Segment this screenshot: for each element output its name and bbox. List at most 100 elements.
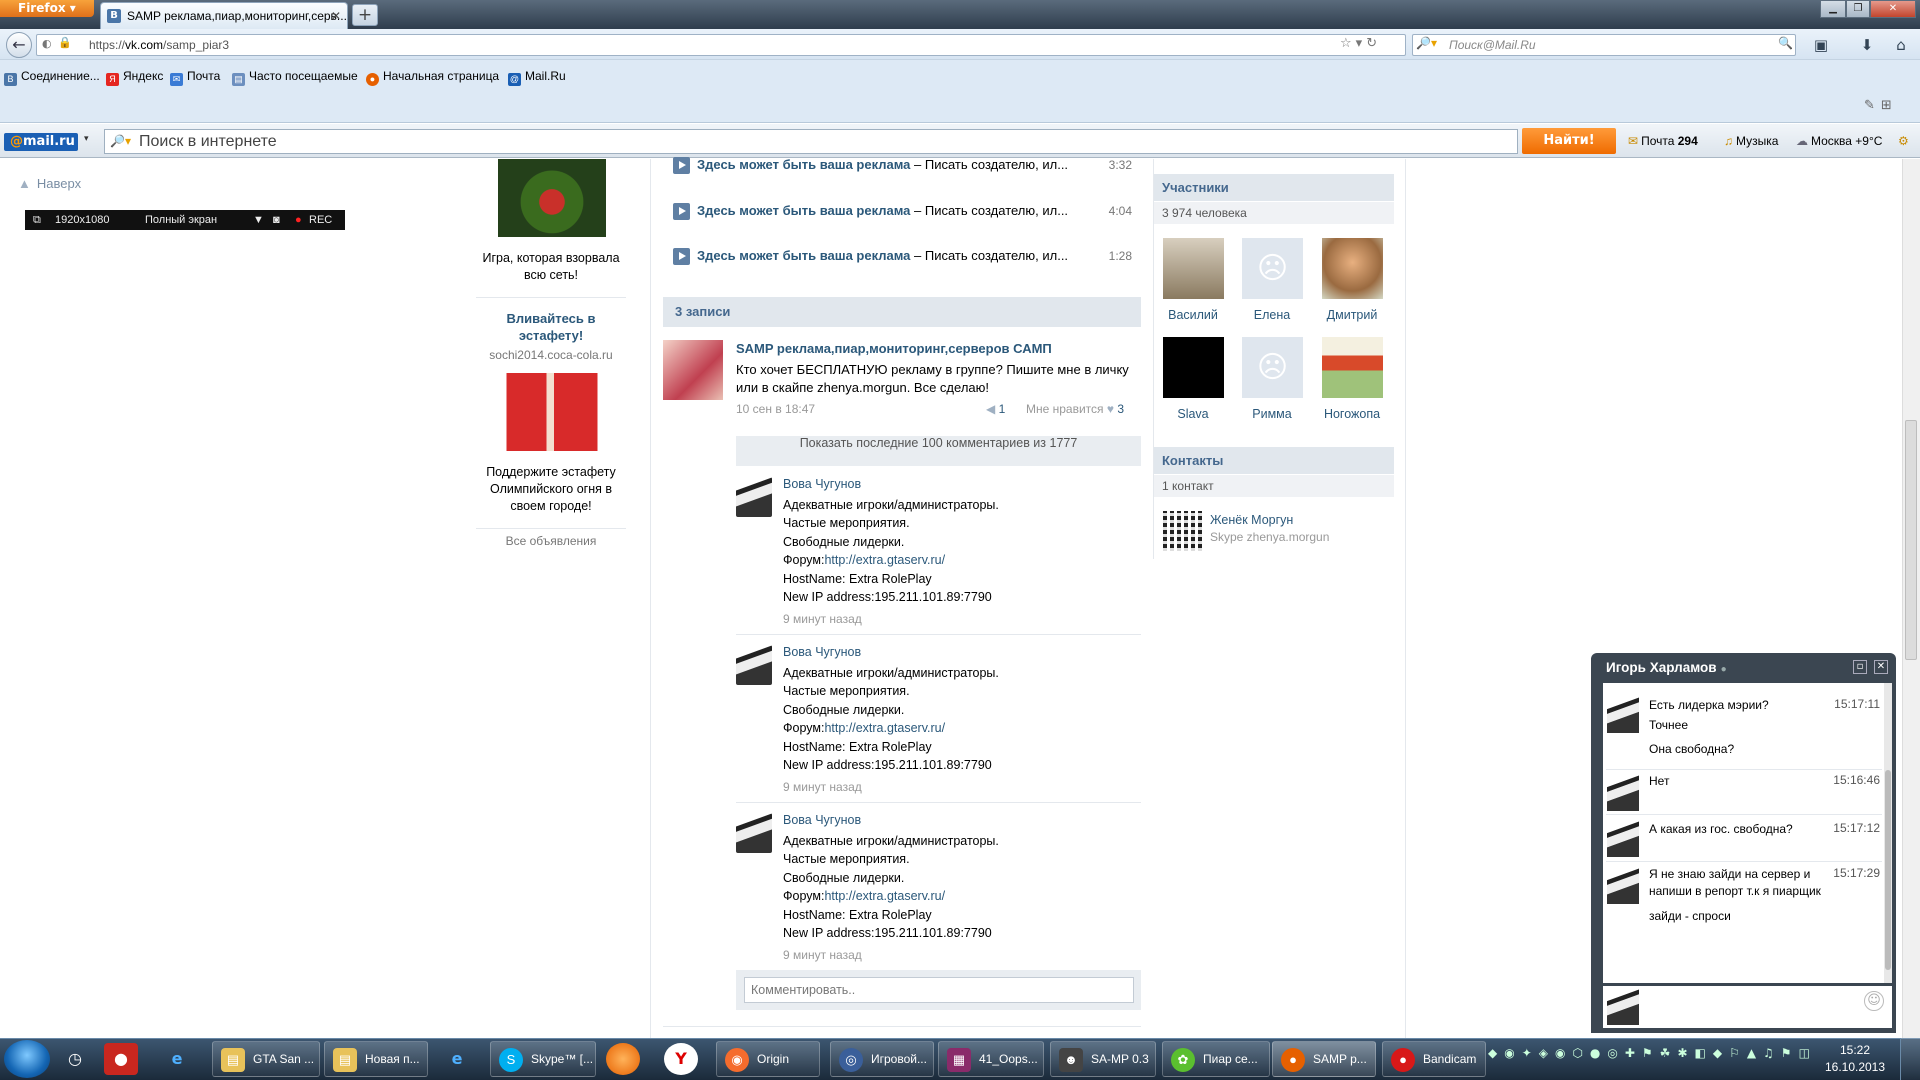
angry-birds-icon[interactable]: ● — [104, 1043, 138, 1075]
member-avatar[interactable] — [1242, 238, 1303, 299]
comment-avatar[interactable] — [736, 477, 772, 517]
chat-avatar[interactable] — [1607, 775, 1639, 811]
comment-input[interactable]: Комментировать.. — [744, 977, 1134, 1003]
chat-close-button[interactable]: ✕ — [1874, 660, 1888, 674]
comment-avatar[interactable] — [736, 645, 772, 685]
show-comments-button[interactable]: Показать последние 100 комментариев из 1… — [736, 436, 1141, 466]
comment-time[interactable]: 9 минут назад — [783, 948, 983, 962]
member-name[interactable]: Елена — [1232, 308, 1312, 322]
camera-icon[interactable]: ◙ — [273, 210, 280, 230]
post-date[interactable]: 10 сен в 18:47 — [736, 402, 856, 416]
comment-avatar[interactable] — [736, 813, 772, 853]
screenshot-icon[interactable]: ▣ — [1810, 35, 1832, 55]
members-header[interactable]: Участники — [1154, 174, 1394, 201]
ad-title[interactable]: Вливайтесь в эстафету! — [476, 310, 626, 344]
comment-author[interactable]: Вова Чугунов — [783, 813, 1083, 827]
search-engine-icon[interactable]: 🔎▾ — [1416, 36, 1438, 52]
clock-app-icon[interactable]: ◷ — [58, 1043, 92, 1075]
play-icon[interactable] — [673, 203, 690, 220]
clock-date[interactable]: 16.10.2013 — [1820, 1060, 1890, 1074]
firefox-icon[interactable] — [606, 1043, 640, 1075]
smile-icon[interactable]: ☺ — [1864, 991, 1884, 1011]
bandicam-mode[interactable]: Полный экран — [145, 210, 217, 230]
member-avatar[interactable] — [1163, 337, 1224, 398]
url-input[interactable]: https://vk.com/samp_piar3 — [36, 34, 1406, 56]
taskbar-button-active[interactable]: ● SAMP р... — [1272, 1041, 1376, 1077]
weather-link[interactable]: ☁ Москва +9°C — [1796, 133, 1888, 149]
forum-link[interactable]: http://extra.gtaserv.ru/ — [824, 721, 945, 735]
search-go-icon[interactable]: 🔍 — [1778, 36, 1794, 52]
tab-active[interactable]: B SAMP реклама,пиар,мониторинг,серв... ✕ — [100, 2, 348, 29]
new-tab-button[interactable]: + — [352, 4, 378, 26]
mailru-search-input[interactable]: Поиск в интернете — [104, 129, 1518, 154]
taskbar-button[interactable]: ◉ Origin — [716, 1041, 820, 1077]
downloads-icon[interactable]: ⬇ — [1856, 35, 1878, 55]
member-name[interactable]: Ногожопа — [1312, 407, 1392, 421]
audio-track[interactable]: Здесь может быть ваша реклама – Писать с… — [697, 157, 1117, 175]
contact-avatar[interactable] — [1163, 511, 1203, 551]
member-name[interactable]: Римма — [1232, 407, 1312, 421]
start-button[interactable] — [4, 1040, 50, 1078]
like-button[interactable]: Мне нравится ♥ 3 — [1026, 402, 1136, 416]
chat-avatar[interactable] — [1607, 821, 1639, 857]
chat-minimize-button[interactable]: ▫ — [1853, 660, 1867, 674]
chevron-down-icon[interactable]: ▼ — [253, 210, 264, 230]
member-avatar[interactable] — [1322, 337, 1383, 398]
scroll-top-link[interactable]: ▲ Наверх — [18, 176, 108, 192]
taskbar-button[interactable]: ● Bandicam — [1382, 1041, 1486, 1077]
ad-image[interactable] — [498, 159, 606, 237]
wrench-icon[interactable]: ✎ — [1864, 98, 1881, 113]
ad-text[interactable]: Поддержите эстафету Олимпийского огня в … — [476, 464, 626, 515]
mail-link[interactable]: ✉ Почта 294 — [1628, 133, 1698, 149]
ad-image[interactable] — [498, 373, 606, 451]
minimize-button[interactable]: ▁ — [1820, 0, 1846, 18]
show-desktop-button[interactable] — [1900, 1038, 1920, 1080]
contacts-header[interactable]: Контакты — [1154, 447, 1394, 474]
comment-author[interactable]: Вова Чугунов — [783, 645, 1083, 659]
tab-close-icon[interactable]: ✕ — [331, 3, 341, 29]
yandex-browser-icon[interactable]: Y — [664, 1043, 698, 1075]
reload-icon[interactable]: ↻ — [1366, 36, 1381, 51]
play-icon[interactable] — [673, 157, 690, 174]
settings-gear-icon[interactable]: ⚙ — [1898, 133, 1909, 149]
clock-time[interactable]: 15:22 — [1820, 1043, 1890, 1057]
tray-icon[interactable]: ◆◉✦◈◉⬡●◎✚⚑☘✱◧◆⚐▲♫⚑◫ — [1488, 1046, 1817, 1060]
member-avatar[interactable] — [1322, 238, 1383, 299]
contact-name[interactable]: Женёк Моргун — [1210, 513, 1390, 527]
play-icon[interactable] — [673, 248, 690, 265]
scrollbar-thumb[interactable] — [1905, 420, 1917, 660]
chat-scrollbar-thumb[interactable] — [1885, 770, 1891, 970]
taskbar-button[interactable]: ☻ SA-MP 0.3 — [1050, 1041, 1156, 1077]
wall-header[interactable]: 3 записи — [663, 297, 1141, 327]
find-button[interactable]: Найти! — [1522, 128, 1616, 154]
bookmark-item[interactable]: ● Начальная страница — [366, 68, 499, 86]
member-avatar[interactable] — [1163, 238, 1224, 299]
forum-link[interactable]: http://extra.gtaserv.ru/ — [824, 889, 945, 903]
taskbar-button[interactable]: ◎ Игровой... — [830, 1041, 934, 1077]
taskbar-button[interactable]: ▤ Новая п... — [324, 1041, 428, 1077]
back-button[interactable]: ← — [6, 32, 32, 58]
chat-title[interactable]: Игорь Харламов ● — [1606, 660, 1826, 675]
members-count[interactable]: 3 974 человека — [1154, 202, 1394, 224]
chat-avatar[interactable] — [1607, 868, 1639, 904]
member-avatar[interactable] — [1242, 337, 1303, 398]
taskbar-button[interactable]: ▦ 41_Oops... — [938, 1041, 1044, 1077]
ad-text[interactable]: Игра, которая взорвала всю сеть! — [476, 250, 626, 284]
ie-icon[interactable]: e — [160, 1043, 194, 1075]
music-link[interactable]: ♫ Музыка — [1724, 133, 1778, 149]
chat-input[interactable] — [1603, 986, 1892, 1028]
forum-link[interactable]: http://extra.gtaserv.ru/ — [824, 553, 945, 567]
search-input[interactable]: Поиск@Mail.Ru — [1412, 34, 1796, 56]
bookmark-item[interactable]: B Соединение... — [4, 68, 100, 86]
taskbar-button[interactable]: ✿ Пиар се... — [1162, 1041, 1270, 1077]
post-avatar[interactable] — [663, 340, 723, 400]
comment-time[interactable]: 9 минут назад — [783, 780, 983, 794]
comment-time[interactable]: 9 минут назад — [783, 612, 983, 626]
member-name[interactable]: Василий — [1153, 308, 1233, 322]
firefox-menu-button[interactable]: Firefox ▾ — [0, 0, 94, 17]
comment-author[interactable]: Вова Чугунов — [783, 477, 1083, 491]
bookmark-item[interactable]: Я Яндекс — [106, 68, 163, 86]
all-ads-link[interactable]: Все объявления — [476, 534, 626, 548]
home-icon[interactable]: ⌂ — [1890, 35, 1912, 55]
post-author[interactable]: SAMP реклама,пиар,мониторинг,серверов СА… — [736, 341, 1136, 358]
